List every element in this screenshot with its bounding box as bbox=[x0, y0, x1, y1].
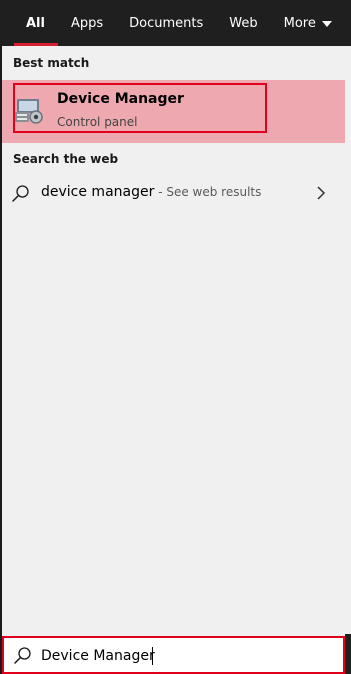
caret-down-icon bbox=[321, 21, 332, 27]
tab-documents-label: Documents bbox=[129, 15, 204, 31]
device-manager-icon bbox=[15, 99, 43, 124]
search-icon bbox=[12, 185, 29, 202]
tab-web[interactable]: Web bbox=[216, 0, 270, 46]
tab-documents[interactable]: Documents bbox=[116, 0, 216, 46]
best-match-heading: Best match bbox=[13, 56, 90, 70]
search-tabs: All Apps Documents Web More bbox=[0, 0, 351, 46]
search-input[interactable] bbox=[41, 644, 331, 668]
search-box[interactable] bbox=[2, 636, 345, 674]
best-match-result[interactable]: Device Manager Control panel bbox=[2, 80, 345, 143]
right-edge bbox=[345, 634, 351, 674]
result-title: Device Manager bbox=[57, 91, 184, 107]
start-search-panel: All Apps Documents Web More Best match D… bbox=[0, 0, 351, 674]
tab-more[interactable]: More bbox=[271, 0, 345, 46]
tab-apps[interactable]: Apps bbox=[58, 0, 116, 46]
search-icon bbox=[14, 647, 31, 664]
search-web-heading: Search the web bbox=[13, 152, 119, 166]
tab-all-label: All bbox=[26, 15, 45, 31]
result-subtitle: Control panel bbox=[57, 115, 138, 129]
tab-web-label: Web bbox=[229, 15, 258, 31]
tab-apps-label: Apps bbox=[70, 15, 104, 31]
web-query: device manager bbox=[41, 184, 155, 200]
text-cursor bbox=[152, 647, 153, 665]
tab-all[interactable]: All bbox=[14, 0, 58, 46]
chevron-right-icon[interactable] bbox=[315, 185, 327, 201]
tab-more-label: More bbox=[283, 15, 316, 31]
web-result[interactable]: device manager - See web results bbox=[2, 176, 345, 210]
web-suffix: - See web results bbox=[154, 185, 262, 199]
web-query-text: device manager - See web results bbox=[41, 184, 261, 200]
